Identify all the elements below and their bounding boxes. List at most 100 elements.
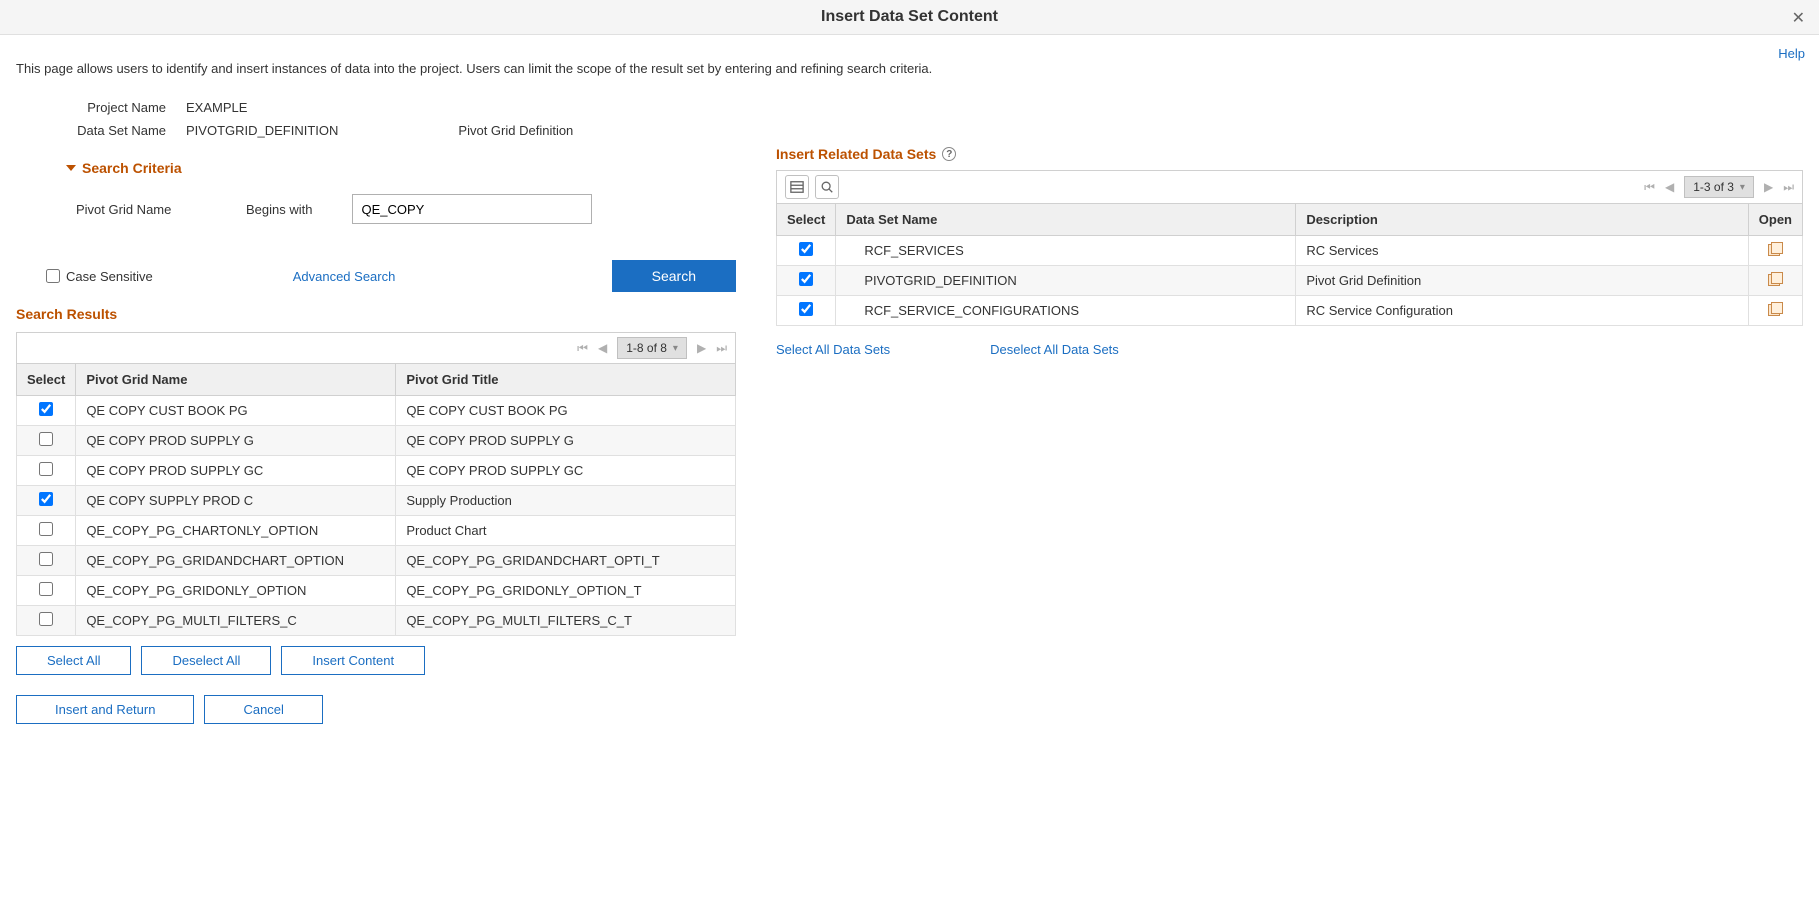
row-name: QE_COPY_PG_GRIDANDCHART_OPTION [76, 546, 396, 576]
row-select-checkbox[interactable] [799, 302, 813, 316]
personalize-icon[interactable] [785, 175, 809, 199]
row-name: RCF_SERVICES [836, 236, 1296, 266]
row-name: QE COPY PROD SUPPLY G [76, 426, 396, 456]
search-operator-label: Begins with [246, 202, 312, 217]
row-select-checkbox[interactable] [39, 582, 53, 596]
results-pager-range[interactable]: 1-8 of 8 ▾ [617, 337, 687, 359]
table-row: QE_COPY_PG_GRIDANDCHART_OPTIONQE_COPY_PG… [17, 546, 736, 576]
table-row: RCF_SERVICE_CONFIGURATIONSRC Service Con… [777, 296, 1803, 326]
select-all-datasets-link[interactable]: Select All Data Sets [776, 342, 890, 357]
row-title: QE COPY CUST BOOK PG [396, 396, 736, 426]
table-row: RCF_SERVICESRC Services [777, 236, 1803, 266]
rel-col-desc: Description [1296, 204, 1748, 236]
row-name: PIVOTGRID_DEFINITION [836, 266, 1296, 296]
search-button[interactable]: Search [612, 260, 736, 292]
row-name: QE COPY PROD SUPPLY GC [76, 456, 396, 486]
related-pager-range[interactable]: 1-3 of 3 ▾ [1684, 176, 1754, 198]
row-title: QE_COPY_PG_MULTI_FILTERS_C_T [396, 606, 736, 636]
row-title: Product Chart [396, 516, 736, 546]
search-value-input[interactable] [352, 194, 592, 224]
related-pager-last-icon[interactable]: ⏭ [1783, 180, 1794, 195]
results-pager-prev-icon[interactable]: ◀ [598, 341, 607, 355]
row-select-checkbox[interactable] [799, 242, 813, 256]
case-sensitive-checkbox[interactable] [46, 269, 60, 283]
row-select-checkbox[interactable] [39, 432, 53, 446]
chevron-down-icon: ▾ [1740, 182, 1745, 193]
project-name-row: Project Name EXAMPLE [46, 100, 1803, 115]
row-select-checkbox[interactable] [39, 612, 53, 626]
related-pager-first-icon[interactable]: ⏮ [1644, 180, 1655, 195]
page-description: This page allows users to identify and i… [16, 61, 1803, 76]
rel-col-select: Select [777, 204, 836, 236]
row-select-checkbox[interactable] [39, 492, 53, 506]
table-row: QE COPY CUST BOOK PGQE COPY CUST BOOK PG [17, 396, 736, 426]
row-name: RCF_SERVICE_CONFIGURATIONS [836, 296, 1296, 326]
table-row: QE_COPY_PG_GRIDONLY_OPTIONQE_COPY_PG_GRI… [17, 576, 736, 606]
deselect-all-datasets-link[interactable]: Deselect All Data Sets [990, 342, 1119, 357]
results-pager-next-icon[interactable]: ▶ [697, 341, 706, 355]
row-select-checkbox[interactable] [39, 462, 53, 476]
results-pager: ⏮ ◀ 1-8 of 8 ▾ ▶ ⏭ [577, 337, 727, 359]
related-pager-prev-icon[interactable]: ◀ [1665, 180, 1674, 194]
row-name: QE_COPY_PG_GRIDONLY_OPTION [76, 576, 396, 606]
search-criteria-label: Search Criteria [82, 160, 182, 176]
col-name: Pivot Grid Name [76, 364, 396, 396]
row-desc: RC Service Configuration [1296, 296, 1748, 326]
deselect-all-button[interactable]: Deselect All [141, 646, 271, 675]
row-select-checkbox[interactable] [39, 552, 53, 566]
search-results-header: Search Results [16, 306, 736, 322]
row-name: QE COPY SUPPLY PROD C [76, 486, 396, 516]
dataset-name-row: Data Set Name PIVOTGRID_DEFINITION Pivot… [46, 123, 1803, 138]
table-row: QE COPY SUPPLY PROD CSupply Production [17, 486, 736, 516]
row-name: QE_COPY_PG_MULTI_FILTERS_C [76, 606, 396, 636]
insert-content-button[interactable]: Insert Content [281, 646, 425, 675]
row-select-checkbox[interactable] [799, 272, 813, 286]
open-icon[interactable] [1768, 242, 1782, 256]
table-row: QE_COPY_PG_MULTI_FILTERS_CQE_COPY_PG_MUL… [17, 606, 736, 636]
cancel-button[interactable]: Cancel [204, 695, 322, 724]
row-select-checkbox[interactable] [39, 402, 53, 416]
page-title: Insert Data Set Content [0, 8, 1819, 26]
dataset-name-value: PIVOTGRID_DEFINITION [186, 123, 338, 138]
project-name-value: EXAMPLE [186, 100, 247, 115]
related-pager-next-icon[interactable]: ▶ [1764, 180, 1773, 194]
case-sensitive-label: Case Sensitive [66, 269, 153, 284]
search-field-label: Pivot Grid Name [76, 202, 206, 217]
chevron-down-icon: ▾ [673, 343, 678, 354]
row-title: Supply Production [396, 486, 736, 516]
results-pager-first-icon[interactable]: ⏮ [577, 341, 588, 356]
related-header: Insert Related Data Sets ? [776, 146, 1803, 162]
content: This page allows users to identify and i… [0, 35, 1819, 740]
results-table: Select Pivot Grid Name Pivot Grid Title … [16, 363, 736, 636]
row-title: QE COPY PROD SUPPLY G [396, 426, 736, 456]
dataset-desc-value: Pivot Grid Definition [458, 123, 573, 138]
related-toolbar: ⏮ ◀ 1-3 of 3 ▾ ▶ ⏭ [776, 170, 1803, 203]
table-row: QE_COPY_PG_CHARTONLY_OPTIONProduct Chart [17, 516, 736, 546]
open-icon[interactable] [1768, 272, 1782, 286]
caret-down-icon [66, 165, 76, 171]
help-icon[interactable]: ? [942, 147, 956, 161]
row-title: QE COPY PROD SUPPLY GC [396, 456, 736, 486]
row-desc: Pivot Grid Definition [1296, 266, 1748, 296]
advanced-search-link[interactable]: Advanced Search [293, 269, 396, 284]
insert-and-return-button[interactable]: Insert and Return [16, 695, 194, 724]
table-row: QE COPY PROD SUPPLY GCQE COPY PROD SUPPL… [17, 456, 736, 486]
search-results-label: Search Results [16, 306, 117, 322]
modal-header: Insert Data Set Content ✕ [0, 0, 1819, 35]
search-criteria-block: Pivot Grid Name Begins with Case Sensiti… [16, 194, 736, 292]
col-select: Select [17, 364, 76, 396]
help-link[interactable]: Help [1778, 46, 1805, 61]
related-table: Select Data Set Name Description Open RC… [776, 203, 1803, 326]
close-icon[interactable]: ✕ [1792, 8, 1805, 28]
select-all-button[interactable]: Select All [16, 646, 131, 675]
search-criteria-header[interactable]: Search Criteria [66, 160, 736, 176]
related-pager: ⏮ ◀ 1-3 of 3 ▾ ▶ ⏭ [1644, 176, 1794, 198]
row-desc: RC Services [1296, 236, 1748, 266]
results-pager-last-icon[interactable]: ⏭ [716, 341, 727, 356]
table-row: QE COPY PROD SUPPLY GQE COPY PROD SUPPLY… [17, 426, 736, 456]
open-icon[interactable] [1768, 302, 1782, 316]
results-grid-toolbar: ⏮ ◀ 1-8 of 8 ▾ ▶ ⏭ [16, 332, 736, 363]
row-name: QE COPY CUST BOOK PG [76, 396, 396, 426]
row-select-checkbox[interactable] [39, 522, 53, 536]
find-icon[interactable] [815, 175, 839, 199]
